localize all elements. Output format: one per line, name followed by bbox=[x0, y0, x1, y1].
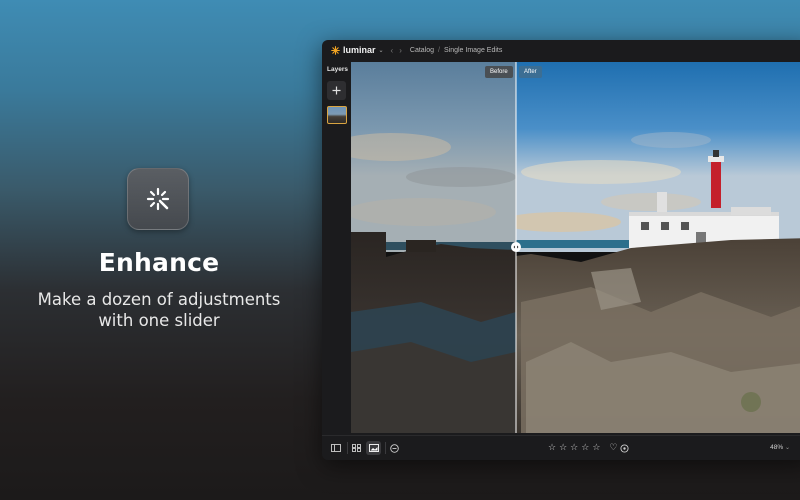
promo-subtitle: Make a dozen of adjustments with one sli… bbox=[30, 289, 288, 331]
promo-title: Enhance bbox=[98, 248, 220, 277]
toolbar-divider bbox=[385, 442, 386, 454]
star-icon[interactable]: ☆ bbox=[548, 442, 556, 453]
plus-icon bbox=[332, 86, 341, 95]
reject-icon[interactable] bbox=[620, 444, 630, 453]
grid-icon bbox=[352, 444, 361, 452]
promo-subtitle-line: Make a dozen of adjustments bbox=[37, 290, 281, 309]
titlebar: luminar ⌄ ‹ › Catalog / Single Image Edi… bbox=[322, 40, 800, 60]
back-arrow-icon[interactable]: ‹ bbox=[391, 46, 394, 55]
app-window: luminar ⌄ ‹ › Catalog / Single Image Edi… bbox=[322, 40, 800, 460]
breadcrumb-catalog[interactable]: Catalog bbox=[410, 47, 434, 54]
star-icon[interactable]: ☆ bbox=[570, 442, 578, 453]
single-view-button[interactable] bbox=[366, 441, 381, 455]
photo-preview bbox=[351, 62, 800, 433]
layer-thumbnail[interactable] bbox=[327, 106, 347, 124]
compare-button[interactable] bbox=[387, 441, 402, 455]
brand-name: luminar bbox=[343, 45, 376, 55]
sparkle-enhance-icon bbox=[146, 187, 170, 211]
brand-logo[interactable]: luminar ⌄ bbox=[331, 45, 384, 55]
image-view-icon bbox=[368, 444, 379, 452]
compare-split-handle[interactable] bbox=[510, 241, 522, 253]
star-icon[interactable]: ☆ bbox=[559, 442, 567, 453]
bottom-toolbar: ☆ ☆ ☆ ☆ ☆ ♡ 48% ⌄ bbox=[322, 435, 800, 460]
after-badge: After bbox=[519, 66, 542, 78]
breadcrumb-current[interactable]: Single Image Edits bbox=[444, 47, 502, 54]
promo-subtitle-line: with one slider bbox=[98, 311, 220, 330]
layers-sidebar: Layers bbox=[322, 60, 351, 435]
rating-stars: ☆ ☆ ☆ ☆ ☆ ♡ bbox=[548, 442, 630, 453]
compare-circle-icon bbox=[390, 443, 399, 453]
add-layer-button[interactable] bbox=[327, 81, 346, 100]
layers-label: Layers bbox=[327, 66, 348, 73]
star-icon[interactable]: ☆ bbox=[592, 442, 600, 453]
zoom-dropdown[interactable]: 48% ⌄ bbox=[770, 444, 790, 451]
before-badge: Before bbox=[485, 66, 513, 78]
zoom-level: 48% bbox=[770, 444, 784, 451]
breadcrumb-separator: / bbox=[438, 46, 440, 54]
luminar-sun-icon bbox=[331, 45, 340, 55]
star-icon[interactable]: ☆ bbox=[581, 442, 589, 453]
toggle-sidebar-button[interactable] bbox=[328, 441, 343, 455]
promo-panel: Enhance Make a dozen of adjustments with… bbox=[0, 0, 318, 500]
sidebar-toggle-icon bbox=[330, 444, 341, 452]
image-canvas[interactable]: Before After bbox=[351, 62, 800, 433]
heart-icon[interactable]: ♡ bbox=[609, 442, 617, 453]
chevron-down-icon: ⌄ bbox=[784, 445, 790, 451]
forward-arrow-icon[interactable]: › bbox=[399, 46, 402, 55]
toolbar-divider bbox=[347, 442, 348, 454]
enhance-feature-icon-box bbox=[127, 168, 189, 230]
grid-view-button[interactable] bbox=[349, 441, 364, 455]
chevron-down-icon: ⌄ bbox=[378, 47, 384, 54]
